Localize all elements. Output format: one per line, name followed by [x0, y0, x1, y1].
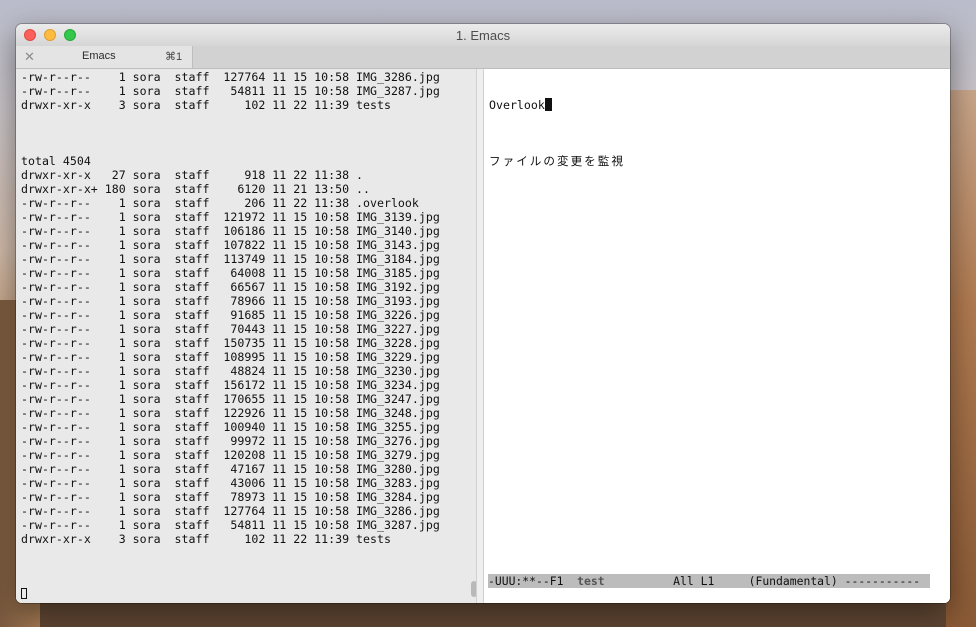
- terminal-line: drwxr-xr-x 27 sora staff 918 11 22 11:38…: [21, 168, 364, 182]
- terminal-line: -rw-r--r-- 1 sora staff 78973 11 15 10:5…: [21, 490, 440, 504]
- terminal-line: -rw-r--r-- 1 sora staff 100940 11 15 10:…: [21, 420, 440, 434]
- terminal-output: -rw-r--r-- 1 sora staff 127764 11 15 10:…: [21, 70, 440, 546]
- terminal-line: -rw-r--r-- 1 sora staff 156172 11 15 10:…: [21, 378, 440, 392]
- right-emacs-pane[interactable]: Overlook ファイルの変更を監視 -UUU:**--F1 test All…: [484, 69, 950, 603]
- tab-label: Emacs: [82, 50, 116, 62]
- terminal-line: -rw-r--r-- 1 sora staff 106186 11 15 10:…: [21, 224, 440, 238]
- close-tab-icon[interactable]: ✕: [24, 49, 35, 65]
- window-content: -rw-r--r-- 1 sora staff 127764 11 15 10:…: [16, 69, 950, 603]
- emacs-mode-line: -UUU:**--F1 test All L1 (Fundamental) --…: [488, 574, 930, 588]
- tab-shortcut: ⌘1: [165, 51, 183, 63]
- terminal-line: -rw-r--r-- 1 sora staff 150735 11 15 10:…: [21, 336, 440, 350]
- buffer-line-1: Overlook: [489, 98, 625, 112]
- terminal-line: -rw-r--r-- 1 sora staff 170655 11 15 10:…: [21, 392, 440, 406]
- terminal-line: -rw-r--r-- 1 sora staff 54811 11 15 10:5…: [21, 84, 440, 98]
- terminal-line: -rw-r--r-- 1 sora staff 108995 11 15 10:…: [21, 350, 440, 364]
- terminal-line: drwxr-xr-x+ 180 sora staff 6120 11 21 13…: [21, 182, 371, 196]
- tab-bar: ✕ Emacs ⌘1: [16, 46, 950, 69]
- terminal-line: -rw-r--r-- 1 sora staff 70443 11 15 10:5…: [21, 322, 440, 336]
- modeline-status: -UUU:**--F1: [488, 574, 578, 588]
- terminal-line: -rw-r--r-- 1 sora staff 47167 11 15 10:5…: [21, 462, 440, 476]
- terminal-line: -rw-r--r-- 1 sora staff 54811 11 15 10:5…: [21, 518, 440, 532]
- buffer-line-1-text: Overlook: [489, 98, 545, 112]
- terminal-cursor: [21, 588, 27, 599]
- terminal-line: -rw-r--r-- 1 sora staff 122926 11 15 10:…: [21, 406, 440, 420]
- terminal-line: -rw-r--r-- 1 sora staff 121972 11 15 10:…: [21, 210, 440, 224]
- terminal-line: -rw-r--r-- 1 sora staff 127764 11 15 10:…: [21, 70, 440, 84]
- terminal-window: 1. Emacs ✕ Emacs ⌘1 -rw-r--r-- 1 sora st…: [16, 24, 950, 603]
- terminal-line: drwxr-xr-x 3 sora staff 102 11 22 11:39 …: [21, 532, 391, 546]
- tab-emacs[interactable]: ✕ Emacs ⌘1: [16, 46, 193, 68]
- terminal-line: -rw-r--r-- 1 sora staff 48824 11 15 10:5…: [21, 364, 440, 378]
- desktop-wallpaper-right: [946, 90, 976, 627]
- terminal-line: -rw-r--r-- 1 sora staff 43006 11 15 10:5…: [21, 476, 440, 490]
- terminal-line: -rw-r--r-- 1 sora staff 78966 11 15 10:5…: [21, 294, 440, 308]
- terminal-line: drwxr-xr-x 3 sora staff 102 11 22 11:39 …: [21, 98, 391, 112]
- buffer-line-2: ファイルの変更を監視: [489, 154, 625, 168]
- terminal-line: -rw-r--r-- 1 sora staff 91685 11 15 10:5…: [21, 308, 440, 322]
- title-bar[interactable]: 1. Emacs: [16, 24, 950, 47]
- terminal-line: -rw-r--r-- 1 sora staff 99972 11 15 10:5…: [21, 434, 440, 448]
- terminal-line: -rw-r--r-- 1 sora staff 206 11 22 11:38 …: [21, 196, 419, 210]
- terminal-line: -rw-r--r-- 1 sora staff 107822 11 15 10:…: [21, 238, 440, 252]
- modeline-buffer-name: test: [577, 574, 605, 588]
- split-divider[interactable]: [476, 69, 484, 603]
- terminal-line: -rw-r--r-- 1 sora staff 113749 11 15 10:…: [21, 252, 440, 266]
- terminal-line: total 4504: [21, 154, 91, 168]
- modeline-position-mode: All L1 (Fundamental) -----------: [604, 574, 921, 588]
- terminal-line: -rw-r--r-- 1 sora staff 127764 11 15 10:…: [21, 504, 440, 518]
- terminal-line: -rw-r--r-- 1 sora staff 64008 11 15 10:5…: [21, 266, 440, 280]
- terminal-line: -rw-r--r-- 1 sora staff 120208 11 15 10:…: [21, 448, 440, 462]
- window-title: 1. Emacs: [455, 28, 511, 43]
- emacs-cursor: [544, 98, 552, 111]
- emacs-buffer[interactable]: Overlook ファイルの変更を監視: [489, 70, 625, 196]
- terminal-line: -rw-r--r-- 1 sora staff 66567 11 15 10:5…: [21, 280, 440, 294]
- left-terminal-pane[interactable]: -rw-r--r-- 1 sora staff 127764 11 15 10:…: [16, 69, 476, 603]
